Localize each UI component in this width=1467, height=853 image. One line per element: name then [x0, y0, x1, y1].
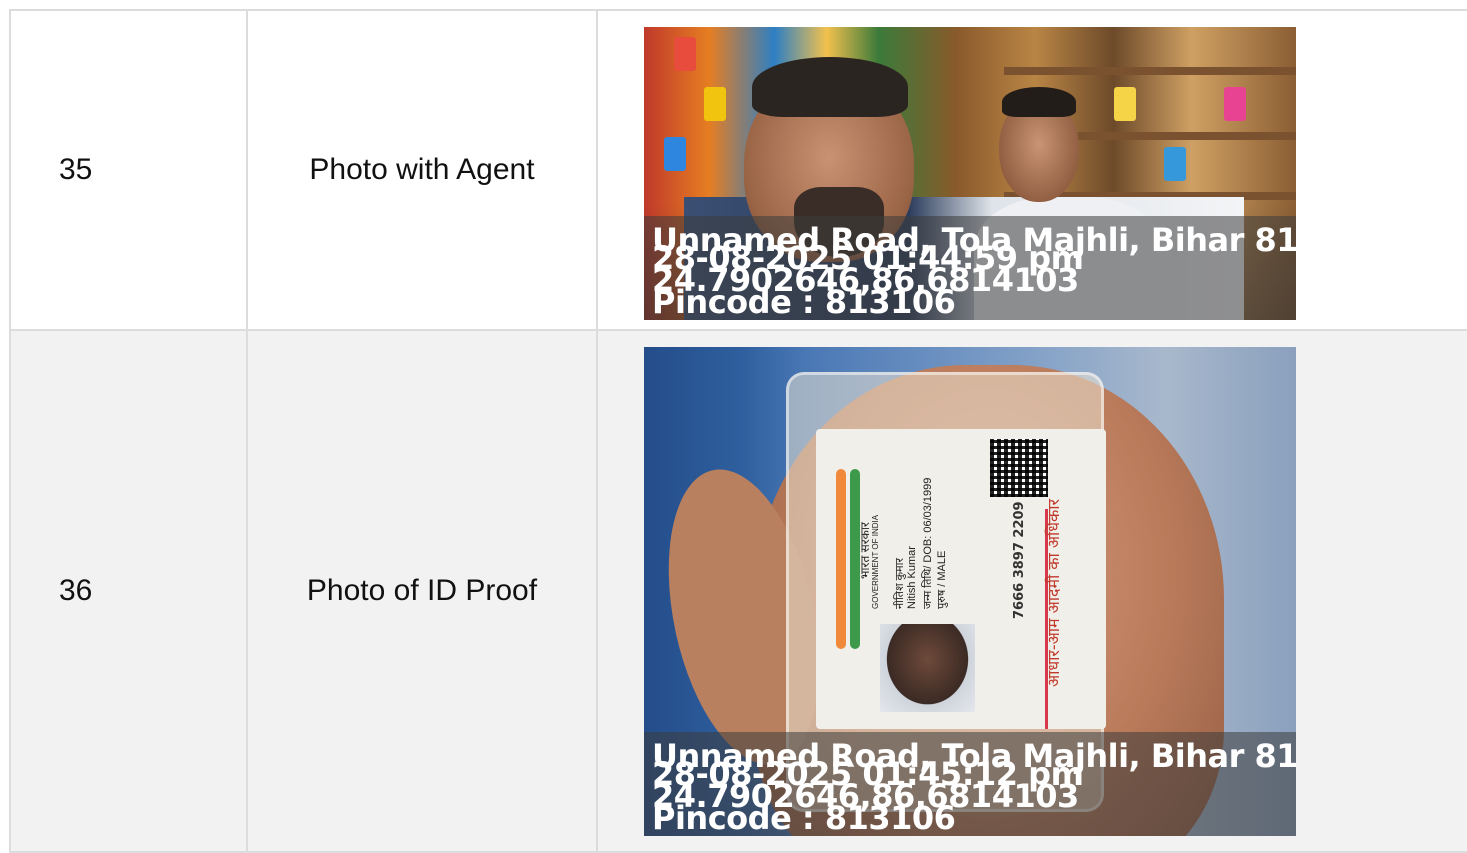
caption-pincode: Pincode : 813106 [652, 799, 956, 836]
caption-pincode: Pincode : 813106 [652, 283, 956, 320]
qr-code-icon [990, 439, 1048, 497]
product [674, 37, 696, 71]
person-hair [1002, 87, 1076, 117]
product [704, 87, 726, 121]
product [1114, 87, 1136, 121]
card-dob: जन्म तिथि/ DOB: 06/03/1999 [922, 477, 934, 609]
photo-cell: भारत सरकार GOVERNMENT OF INDIA नीतिश कुम… [596, 331, 1467, 851]
card-gender: पुरुष / MALE [936, 550, 948, 609]
row-number: 36 [9, 331, 246, 851]
shelf [1004, 67, 1296, 75]
photo-with-agent-image[interactable]: Unnamed Road, Tola Majhli, Bihar 813106 … [644, 27, 1296, 320]
card-number: 7666 3897 2209 [1012, 501, 1027, 619]
card-govt-en: GOVERNMENT OF INDIA [871, 514, 880, 609]
card-stripe [836, 469, 846, 649]
product [1164, 147, 1186, 181]
card-name-en: Nitish Kumar [906, 546, 918, 609]
person-hair [752, 57, 908, 117]
table-row: 35 Photo with Agent Unnamed Road, Tola M… [9, 11, 1467, 331]
card-tagline: आधार-आम आदमी का अधिकार [1044, 498, 1063, 687]
photo-cell: Unnamed Road, Tola Majhli, Bihar 813106 … [596, 11, 1467, 329]
row-label: Photo of ID Proof [246, 331, 596, 851]
row-label: Photo with Agent [246, 11, 596, 329]
product [664, 137, 686, 171]
product [1224, 87, 1246, 121]
id-proof-image[interactable]: भारत सरकार GOVERNMENT OF INDIA नीतिश कुम… [644, 347, 1296, 836]
id-card: भारत सरकार GOVERNMENT OF INDIA नीतिश कुम… [816, 429, 1106, 729]
submission-table: 35 Photo with Agent Unnamed Road, Tola M… [9, 9, 1467, 853]
row-number: 35 [9, 11, 246, 329]
card-holder-photo [880, 624, 975, 712]
table-row: 36 Photo of ID Proof भारत सरकार GOVERNME… [9, 331, 1467, 853]
card-name-hi: नीतिश कुमार [894, 558, 906, 609]
